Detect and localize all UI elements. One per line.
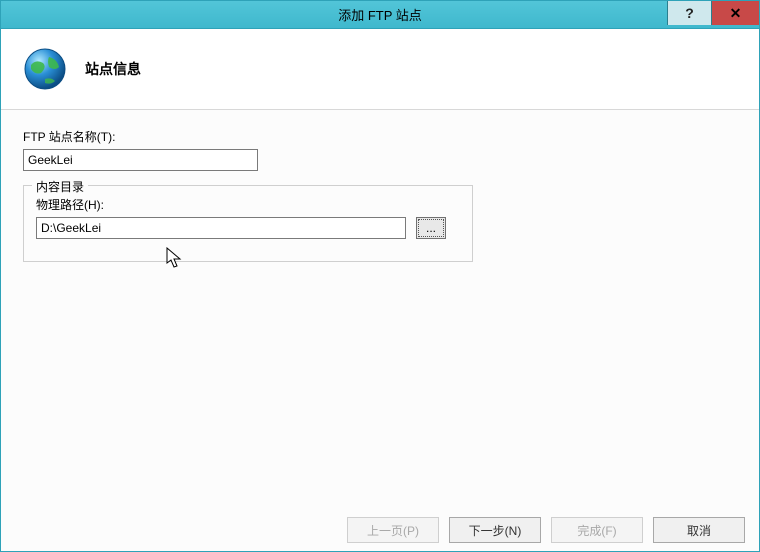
close-button[interactable]: ✕ — [711, 1, 759, 25]
physical-path-row: ... — [36, 217, 460, 239]
site-name-label: FTP 站点名称(T): — [23, 128, 737, 145]
next-button[interactable]: 下一步(N) — [449, 517, 541, 543]
physical-path-label: 物理路径(H): — [36, 196, 460, 213]
content-area: FTP 站点名称(T): 内容目录 物理路径(H): ... — [1, 110, 759, 530]
window-title: 添加 FTP 站点 — [1, 5, 759, 24]
globe-icon — [21, 45, 69, 93]
finish-button: 完成(F) — [551, 517, 643, 543]
site-name-input[interactable] — [23, 149, 258, 171]
physical-path-input[interactable] — [36, 217, 406, 239]
wizard-header: 站点信息 — [1, 29, 759, 110]
content-directory-group: 内容目录 物理路径(H): ... — [23, 185, 473, 262]
cancel-button[interactable]: 取消 — [653, 517, 745, 543]
prev-button: 上一页(P) — [347, 517, 439, 543]
help-button[interactable]: ? — [667, 1, 711, 25]
page-title: 站点信息 — [85, 59, 141, 79]
window-controls: ? ✕ — [667, 1, 759, 28]
browse-button[interactable]: ... — [416, 217, 446, 239]
dialog-window: 添加 FTP 站点 ? ✕ 站点信息 FTP 站点名称(T): 内容目录 — [0, 0, 760, 552]
wizard-footer: 上一页(P) 下一步(N) 完成(F) 取消 — [333, 509, 759, 551]
content-directory-legend: 内容目录 — [32, 178, 88, 195]
titlebar: 添加 FTP 站点 ? ✕ — [1, 1, 759, 29]
